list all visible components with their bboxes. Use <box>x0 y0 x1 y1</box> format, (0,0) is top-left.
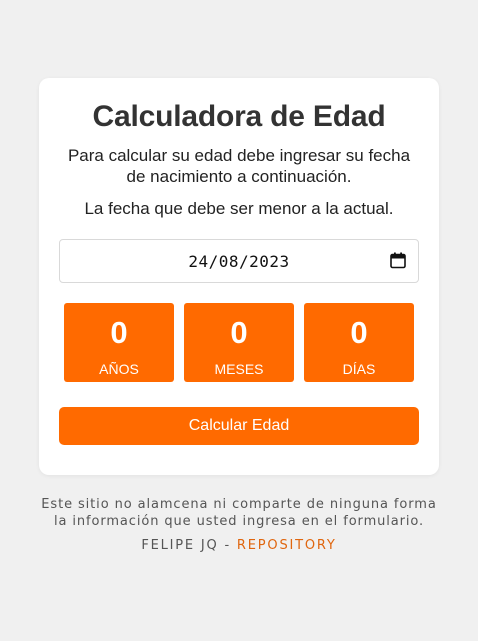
days-label: DÍAS <box>342 361 376 377</box>
hint-text: La fecha que debe ser menor a la actual. <box>84 199 394 218</box>
years-label: AÑOS <box>99 361 139 377</box>
years-value: 0 <box>110 315 128 350</box>
calculator-card: Calculadora de Edad Para calcular su eda… <box>39 78 439 475</box>
author-name: FELIPE JQ <box>141 538 219 553</box>
credit-separator: - <box>218 538 237 553</box>
calculate-button[interactable]: Calcular Edad <box>59 407 419 445</box>
repository-link[interactable]: REPOSITORY <box>237 538 337 553</box>
days-box: 0 DÍAS <box>304 303 414 382</box>
birthdate-input[interactable]: 24/08/2023 <box>59 239 419 283</box>
result-boxes: 0 AÑOS 0 MESES 0 DÍAS <box>59 303 419 382</box>
privacy-notice: Este sitio no alamcena ni comparte de ni… <box>0 496 478 530</box>
calendar-icon[interactable] <box>390 252 406 269</box>
months-label: MESES <box>214 361 264 377</box>
privacy-notice-line2: la información que usted ingresa en el f… <box>53 514 425 529</box>
birthdate-value[interactable]: 24/08/2023 <box>60 252 418 271</box>
page-title: Calculadora de Edad <box>92 100 386 133</box>
months-value: 0 <box>230 315 248 350</box>
privacy-notice-line1: Este sitio no alamcena ni comparte de ni… <box>41 497 437 512</box>
days-value: 0 <box>350 315 368 350</box>
months-box: 0 MESES <box>184 303 294 382</box>
credit-line: FELIPE JQ - REPOSITORY <box>0 538 478 553</box>
description-text: Para calcular su edad debe ingresar su f… <box>67 146 411 186</box>
years-box: 0 AÑOS <box>64 303 174 382</box>
